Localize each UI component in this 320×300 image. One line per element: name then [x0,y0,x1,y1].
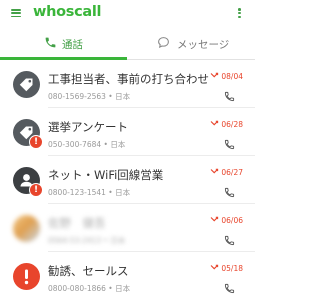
call-date: 06/28 [210,120,243,129]
contact-photo-avatar [13,215,40,242]
call-log-row[interactable]: ! ネット・WiFi回線営業 0800-123-1541 • 日本 06/27 [0,156,255,204]
call-back-phone-icon[interactable] [224,235,235,246]
missed-call-icon [210,168,219,174]
tab-bar: 通話 メッセージ [0,30,255,60]
caller-region: 日本 [115,284,131,293]
alert-avatar [13,263,40,290]
caller-number: 0800-080-1866 [48,284,106,293]
missed-call-icon [210,72,219,78]
call-log-row[interactable]: ! 選挙アンケート 050-300-7684 • 日本 06/28 [0,108,255,156]
call-log-row[interactable]: 勧誘、セールス 0800-080-1866 • 日本 05/18 [0,252,255,300]
missed-call-icon [210,120,219,126]
caller-region: 日本 [115,188,131,197]
more-vert-icon[interactable] [238,8,241,20]
call-back-phone-icon[interactable] [224,91,235,102]
caller-name: 勧誘、セールス [48,264,129,278]
call-back-phone-icon[interactable] [224,187,235,198]
tag-icon [19,78,33,92]
call-date-text: 08/04 [221,72,243,81]
call-date: 06/06 [210,216,243,225]
call-date: 08/04 [210,72,243,81]
caller-number: 050-300-7684 [48,140,102,149]
tag-avatar [13,71,40,98]
call-date-text: 05/18 [221,264,243,273]
caller-name: 選挙アンケート [48,120,129,134]
caller-name: 工事担当者、事前の打ち合わせ [48,72,209,86]
missed-call-icon [210,216,219,222]
warning-badge-icon: ! [29,135,43,149]
caller-number: 080-1569-2563 [48,92,106,101]
phone-icon [45,37,56,48]
call-log-row[interactable]: 佐野 健吾 0564-53-2413 • 日本 06/06 [0,204,255,252]
app-logo: whoscall [33,4,102,20]
call-log-row[interactable]: 工事担当者、事前の打ち合わせ 080-1569-2563 • 日本 08/04 [0,60,255,108]
caller-details: 0800-080-1866 • 日本 [48,284,131,293]
exclamation-icon [24,269,29,285]
call-date-text: 06/28 [221,120,243,129]
caller-name: 佐野 健吾 [48,216,106,230]
call-back-phone-icon[interactable] [224,283,235,294]
caller-region: 日本 [115,92,131,101]
call-date-text: 06/27 [221,168,243,177]
caller-number: 0564-53-2413 [48,236,102,245]
tab-calls[interactable]: 通話 [0,30,127,60]
app-bar: whoscall [0,0,255,26]
caller-details: 0564-53-2413 • 日本 [48,236,126,245]
caller-region: 日本 [110,236,126,245]
call-date: 05/18 [210,264,243,273]
tab-calls-label: 通話 [62,39,83,51]
warning-badge-icon: ! [29,183,43,197]
call-date-text: 06/06 [221,216,243,225]
caller-details: 050-300-7684 • 日本 [48,140,126,149]
tab-messages[interactable]: メッセージ [128,30,255,59]
caller-details: 080-1569-2563 • 日本 [48,92,131,101]
caller-name: ネット・WiFi回線営業 [48,168,164,182]
hamburger-menu-icon[interactable] [11,9,21,18]
caller-number: 0800-123-1541 [48,188,106,197]
missed-call-icon [210,264,219,270]
tab-messages-label: メッセージ [177,39,230,51]
chat-bubble-icon [158,37,169,49]
caller-region: 日本 [110,140,126,149]
caller-details: 0800-123-1541 • 日本 [48,188,131,197]
call-back-phone-icon[interactable] [224,139,235,150]
call-date: 06/27 [210,168,243,177]
